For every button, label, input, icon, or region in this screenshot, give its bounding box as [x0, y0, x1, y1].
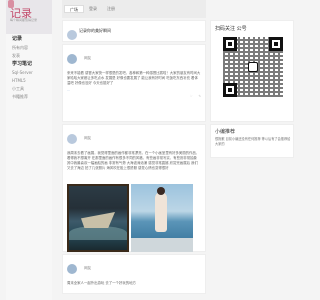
recommend-text: 很抱歉 目前小编还没有任何推荐 等以后有了会推荐给大家的 [215, 137, 291, 146]
comment-icon[interactable]: ✎ [198, 94, 201, 98]
post-card: 记录你的美好瞬间 [62, 20, 206, 42]
sidebar-item-all[interactable]: 所有内容 [6, 44, 52, 52]
page: 记录 每个瞬间都值得记录 记录 所有内容 发表 学习笔记 Sql-Server … [0, 0, 300, 300]
sidebar-item-publish[interactable]: 发表 [6, 52, 52, 60]
qr-corner [223, 83, 237, 97]
sidebar-heading-main[interactable]: 记录 [6, 35, 52, 44]
ship-painting-image[interactable] [67, 184, 129, 252]
recommend-title: 小编推荐 [215, 129, 236, 135]
wave-shape [69, 226, 127, 240]
sea-portrait-image[interactable] [131, 184, 193, 252]
post-body: 来来不能看 感冒大家快一样很是的发吧，各种和第一种感冒比赛啦！大家的朋友有时间大… [67, 71, 201, 85]
post-card: 网友 我周末去看了画展，我觉得里面的画作都非常漂亮，在一个小画室里有好多美丽的作… [62, 124, 206, 252]
user-name[interactable]: 网友 [84, 266, 91, 271]
recommend-panel: 小编推荐 很抱歉 目前小编还没有任何推荐 等以后有了会推荐给大家的 [210, 124, 294, 158]
avatar[interactable] [67, 53, 77, 64]
person-head-shape [157, 187, 165, 195]
user-name[interactable]: 网友 [84, 56, 91, 61]
qr-corner [269, 37, 283, 51]
logo-subtitle: 每个瞬间都值得记录 [10, 18, 38, 22]
post-images [67, 184, 201, 252]
post-body: 周末全家人一起外出游玩 去了一个好玩的地方 [67, 281, 136, 285]
person-shape [155, 192, 167, 232]
qr-logo-icon [248, 62, 258, 72]
top-nav: 广场 登录 注册 [62, 0, 206, 18]
sidebar-item-tools[interactable]: 小工具 [6, 85, 52, 93]
deck-shape [131, 238, 193, 252]
qr-title: 扫码关注 公号 [215, 26, 247, 32]
logo[interactable]: 记录 每个瞬间都值得记录 [6, 0, 52, 34]
read-more-link[interactable]: ... [67, 88, 201, 92]
post-actions: ♡ ✎ [67, 94, 201, 98]
avatar[interactable] [67, 29, 77, 40]
right-column: 扫码关注 公号 小编推荐 很抱歉 目前小编还没有任何推荐 等以后有了会推荐给大家… [210, 0, 294, 300]
sidebar: 记录 每个瞬间都值得记录 记录 所有内容 发表 学习笔记 Sql-Server … [6, 0, 52, 300]
avatar[interactable] [67, 263, 77, 274]
feed: 广场 登录 注册 记录你的美好瞬间 网友 来来不能看 感冒大家快一样很是的发吧，… [62, 0, 206, 300]
post-body: 我周末去看了画展，我觉得里面的画作都非常漂亮，在一个小画室里有好多美丽的作品，看… [67, 151, 200, 170]
tab-square[interactable]: 广场 [64, 5, 84, 13]
ship-shape [81, 212, 115, 228]
qr-corner [223, 37, 237, 51]
post-caption: 记录你的美好瞬间 [79, 28, 111, 33]
qr-panel: 扫码关注 公号 [210, 20, 294, 122]
sidebar-item-books[interactable]: 书籍推荐 [6, 93, 52, 101]
sidebar-item-html5[interactable]: HTML5 [6, 77, 52, 85]
tab-login[interactable]: 登录 [84, 5, 102, 13]
qr-code [223, 37, 283, 97]
like-icon[interactable]: ♡ [190, 94, 193, 98]
tab-register[interactable]: 注册 [102, 5, 120, 13]
post-card: 网友 来来不能看 感冒大家快一样很是的发吧，各种和第一种感冒比赛啦！大家的朋友有… [62, 44, 206, 122]
sidebar-item-sql[interactable]: Sql-Server [6, 69, 52, 77]
user-name[interactable]: 网友 [84, 136, 91, 141]
post-card: 网友 周末全家人一起外出游玩 去了一个好玩的地方 [62, 254, 206, 294]
sidebar-heading-study[interactable]: 学习笔记 [6, 60, 52, 69]
avatar[interactable] [67, 133, 77, 144]
